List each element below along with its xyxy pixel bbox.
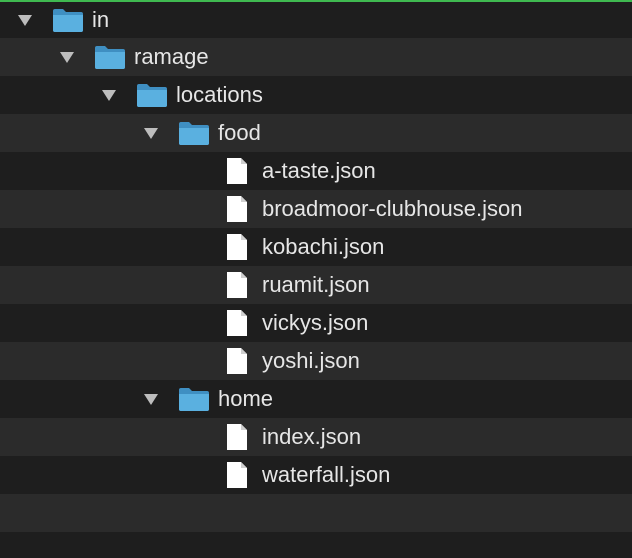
tree-item-label: home bbox=[218, 386, 274, 411]
file-icon bbox=[226, 271, 248, 299]
file-icon bbox=[226, 309, 248, 337]
tree-row-file[interactable]: broadmoor-clubhouse.json bbox=[0, 190, 632, 228]
disclosure-triangle-down-icon[interactable] bbox=[142, 124, 160, 142]
tree-item-label: broadmoor-clubhouse.json bbox=[262, 196, 523, 221]
folder-icon bbox=[52, 7, 84, 33]
tree-row-file[interactable]: waterfall.json bbox=[0, 456, 632, 494]
tree-row-file[interactable]: kobachi.json bbox=[0, 228, 632, 266]
tree-item-label: index.json bbox=[262, 424, 362, 449]
file-icon bbox=[226, 423, 248, 451]
folder-icon bbox=[178, 120, 210, 146]
file-icon bbox=[226, 157, 248, 185]
tree-row-ramage[interactable]: ramage bbox=[0, 38, 632, 76]
disclosure-triangle-down-icon[interactable] bbox=[100, 86, 118, 104]
tree-item-label: waterfall.json bbox=[262, 462, 391, 487]
tree-row-file[interactable]: a-taste.json bbox=[0, 152, 632, 190]
tree-row-locations[interactable]: locations bbox=[0, 76, 632, 114]
file-tree: in ramage locations food a-taste.json br… bbox=[0, 0, 632, 558]
empty-row bbox=[0, 532, 632, 558]
tree-item-label: in bbox=[92, 7, 110, 32]
tree-row-file[interactable]: ruamit.json bbox=[0, 266, 632, 304]
tree-item-label: kobachi.json bbox=[262, 234, 385, 259]
file-icon bbox=[226, 461, 248, 489]
folder-icon bbox=[136, 82, 168, 108]
tree-item-label: food bbox=[218, 120, 261, 145]
file-icon bbox=[226, 195, 248, 223]
disclosure-triangle-down-icon[interactable] bbox=[58, 48, 76, 66]
tree-item-label: ramage bbox=[134, 44, 209, 69]
tree-row-food[interactable]: food bbox=[0, 114, 632, 152]
tree-row-file[interactable]: index.json bbox=[0, 418, 632, 456]
empty-row bbox=[0, 494, 632, 532]
tree-item-label: yoshi.json bbox=[262, 348, 360, 373]
file-icon bbox=[226, 347, 248, 375]
tree-item-label: a-taste.json bbox=[262, 158, 376, 183]
tree-row-file[interactable]: vickys.json bbox=[0, 304, 632, 342]
tree-item-label: ruamit.json bbox=[262, 272, 370, 297]
file-icon bbox=[226, 233, 248, 261]
tree-row-home[interactable]: home bbox=[0, 380, 632, 418]
folder-icon bbox=[178, 386, 210, 412]
folder-icon bbox=[94, 44, 126, 70]
tree-row-in[interactable]: in bbox=[0, 2, 632, 38]
disclosure-triangle-down-icon[interactable] bbox=[16, 11, 34, 29]
tree-item-label: locations bbox=[176, 82, 263, 107]
disclosure-triangle-down-icon[interactable] bbox=[142, 390, 160, 408]
tree-row-file[interactable]: yoshi.json bbox=[0, 342, 632, 380]
tree-item-label: vickys.json bbox=[262, 310, 369, 335]
